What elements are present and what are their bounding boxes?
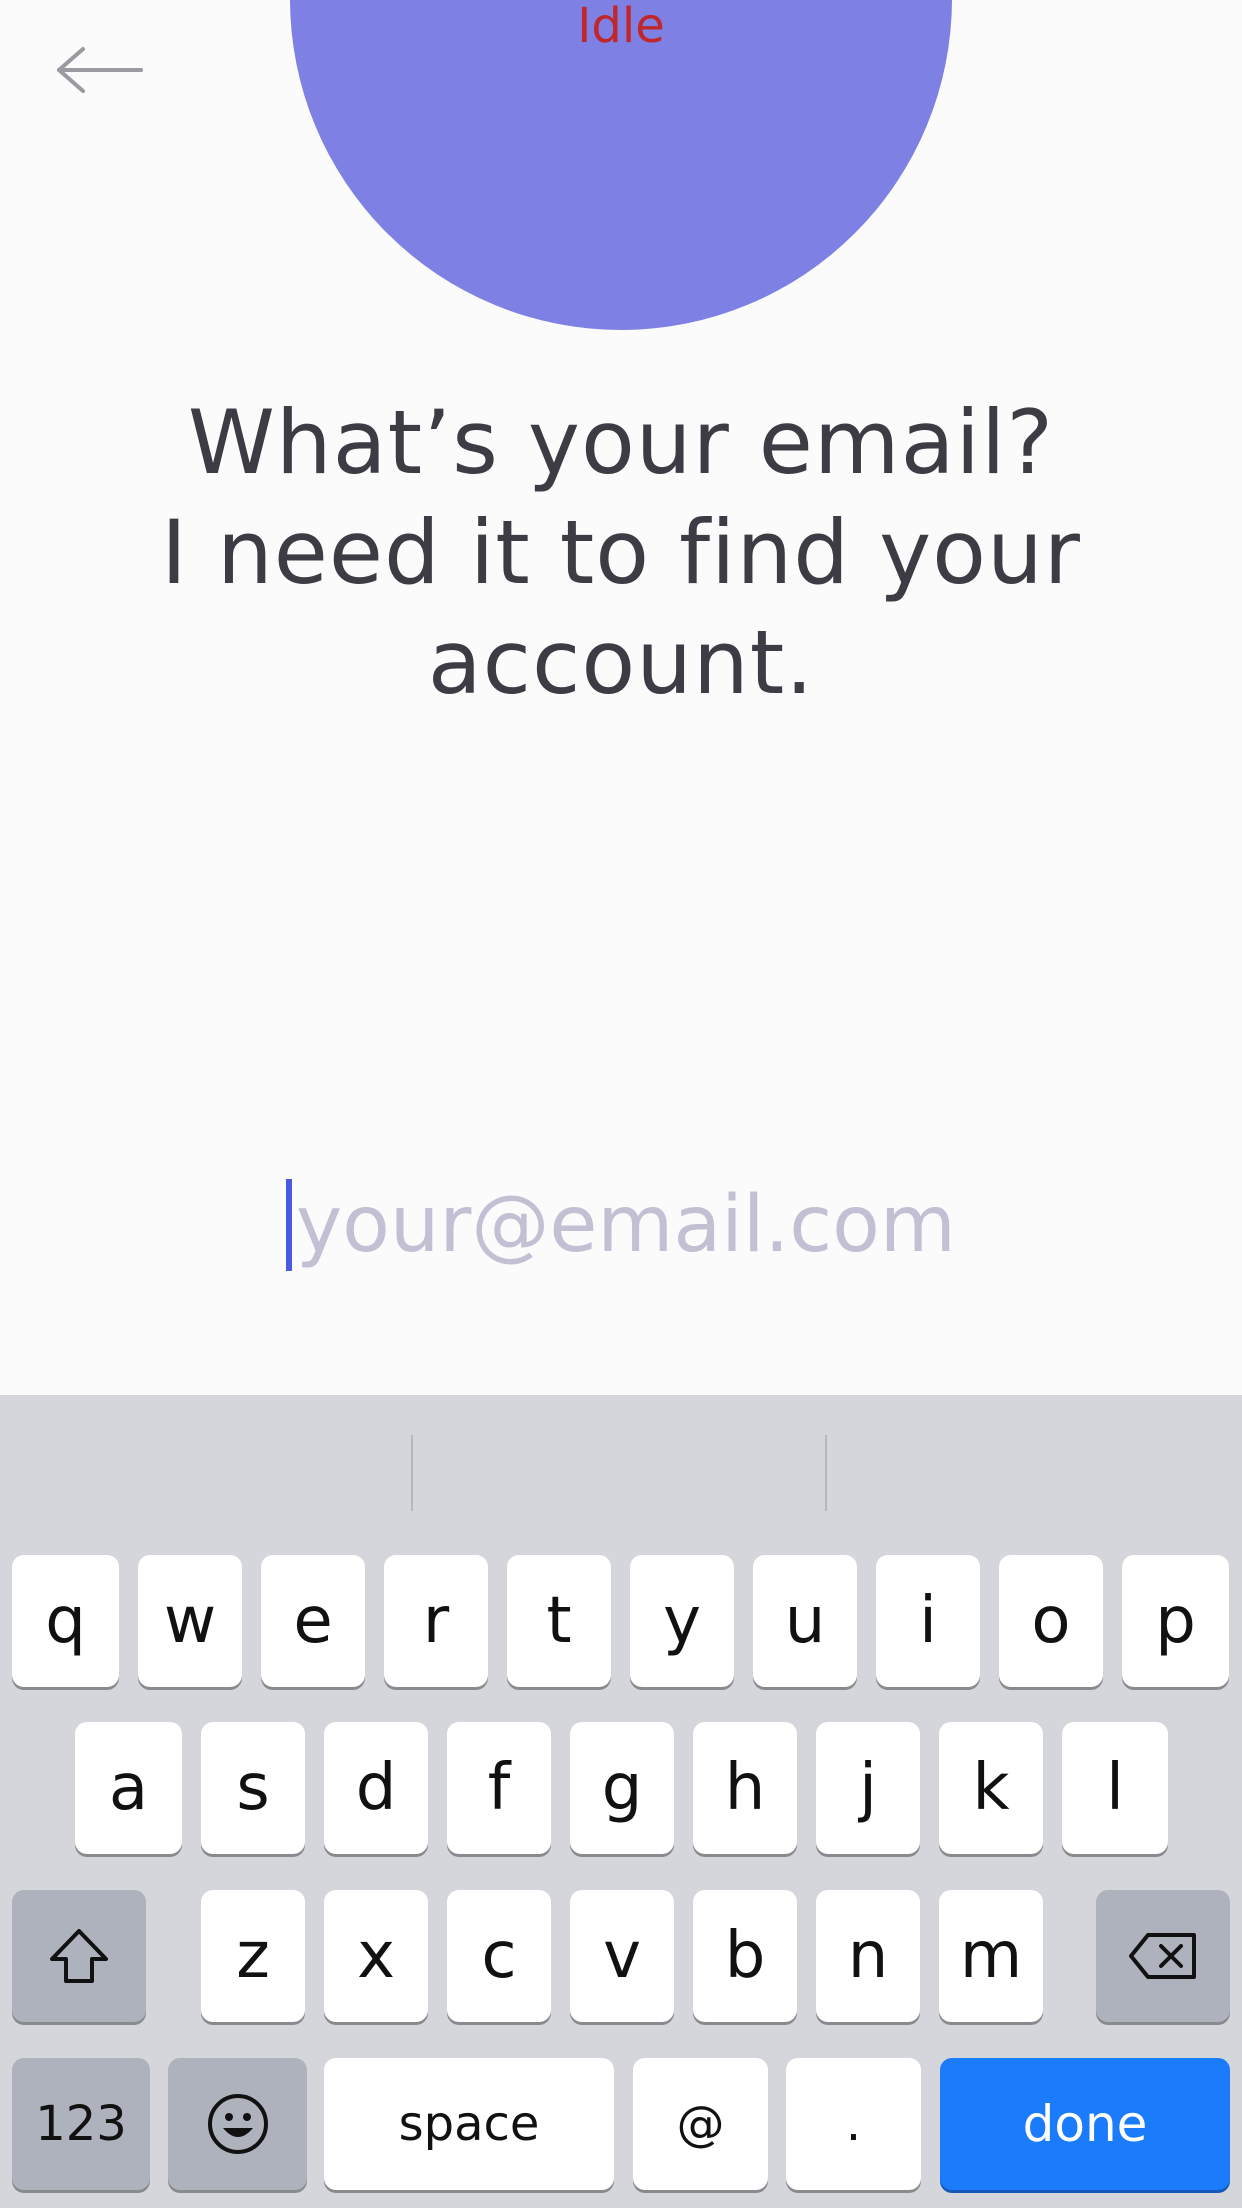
space-key[interactable]: space [324,2058,614,2190]
shift-key[interactable] [12,1890,146,2022]
key-f[interactable]: f [447,1722,551,1854]
at-key[interactable]: @ [633,2058,768,2190]
key-b[interactable]: b [693,1890,797,2022]
email-field[interactable] [296,1180,956,1270]
key-q[interactable]: q [12,1555,119,1687]
text-caret [286,1179,292,1271]
emoji-key[interactable] [168,2058,307,2190]
key-s[interactable]: s [201,1722,305,1854]
key-c[interactable]: c [447,1890,551,2022]
key-p[interactable]: p [1122,1555,1229,1687]
back-button[interactable] [40,30,160,110]
done-button[interactable]: done [940,2058,1230,2190]
key-n[interactable]: n [816,1890,920,2022]
dot-key[interactable]: . [786,2058,921,2190]
key-k[interactable]: k [939,1722,1043,1854]
key-x[interactable]: x [324,1890,428,2022]
headline-line-1: What’s your email? [187,391,1055,494]
arrow-left-icon [57,47,143,93]
key-l[interactable]: l [1062,1722,1168,1854]
email-field-container[interactable] [200,1170,1042,1280]
key-y[interactable]: y [630,1555,734,1687]
key-w[interactable]: w [138,1555,242,1687]
key-e[interactable]: e [261,1555,365,1687]
key-u[interactable]: u [753,1555,857,1687]
key-v[interactable]: v [570,1890,674,2022]
key-j[interactable]: j [816,1722,920,1854]
key-o[interactable]: o [999,1555,1103,1687]
suggestion-divider [411,1435,413,1511]
status-label: Idle [577,0,665,44]
page-title: What’s your email? I need it to find you… [100,388,1142,718]
headline-line-3: account. [427,611,815,714]
delete-icon [1129,1933,1196,1979]
key-g[interactable]: g [570,1722,674,1854]
key-r[interactable]: r [384,1555,488,1687]
keyboard: q w e r t y u i o p a s d f g h j k l z … [0,1395,1242,2208]
key-h[interactable]: h [693,1722,797,1854]
key-i[interactable]: i [876,1555,980,1687]
status-circle: Idle [290,0,952,330]
key-t[interactable]: t [507,1555,611,1687]
numbers-key[interactable]: 123 [12,2058,150,2190]
key-m[interactable]: m [939,1890,1043,2022]
emoji-icon [207,2094,268,2154]
key-a[interactable]: a [75,1722,182,1854]
key-z[interactable]: z [201,1890,305,2022]
key-d[interactable]: d [324,1722,428,1854]
headline-line-2: I need it to find your [161,501,1081,604]
shift-icon [50,1929,108,1983]
delete-key[interactable] [1096,1890,1230,2022]
suggestion-divider [825,1435,827,1511]
